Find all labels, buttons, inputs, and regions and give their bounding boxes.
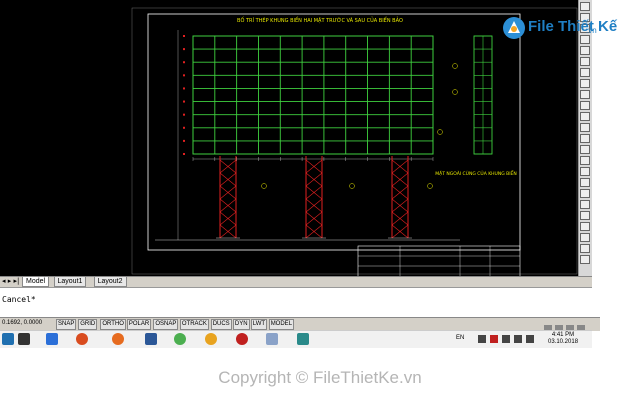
system-tray <box>478 335 534 343</box>
bar-app-icon[interactable] <box>46 333 58 345</box>
tray-icons <box>544 319 598 332</box>
toolbar-button[interactable] <box>580 46 590 55</box>
dim-marker <box>183 48 185 51</box>
autocad-icon[interactable] <box>297 333 309 345</box>
drawing-canvas: BỐ TRÍ THÉP KHUNG BIỂN HAI MẶT TRƯỚC VÀ … <box>131 7 578 276</box>
toolbar-button[interactable] <box>580 255 590 264</box>
logo-icon <box>503 17 525 39</box>
toolbar-button[interactable] <box>580 211 590 220</box>
logo-brand: File Thiết Kế <box>528 18 618 35</box>
dim-marker <box>183 100 185 103</box>
start-icon[interactable] <box>2 333 14 345</box>
chrome-icon[interactable] <box>205 333 217 345</box>
word-icon[interactable] <box>145 333 157 345</box>
toolbar-button[interactable] <box>580 233 590 242</box>
toolbar-button[interactable] <box>580 178 590 187</box>
language-indicator[interactable]: EN <box>456 335 464 341</box>
tab-model[interactable]: Model <box>22 277 50 287</box>
callout-marker <box>437 129 443 135</box>
status-osnap-button[interactable]: OSNAP <box>153 319 179 330</box>
status-model-button[interactable]: MODEL <box>268 319 295 330</box>
dim-marker <box>183 87 185 90</box>
support-columns <box>216 156 412 239</box>
cad-viewport[interactable]: BỐ TRÍ THÉP KHUNG BIỂN HAI MẶT TRƯỚC VÀ … <box>0 0 578 276</box>
clock-time: 4:41 PM <box>551 332 575 338</box>
search-icon[interactable] <box>18 333 30 345</box>
toolbar-button[interactable] <box>580 68 590 77</box>
dim-marker <box>183 126 185 129</box>
toolbar-button[interactable] <box>580 134 590 143</box>
watermark-logo: File Thiết Kế .vn <box>502 16 617 40</box>
tab-layout2[interactable]: Layout2 <box>93 277 127 287</box>
app-green-icon[interactable] <box>174 333 186 345</box>
toolbar-button[interactable] <box>580 57 590 66</box>
status-ducs-button[interactable]: DUCS <box>210 319 232 330</box>
logo-domain: .vn <box>586 26 597 35</box>
command-line-text: Cancel* <box>2 295 36 304</box>
dim-marker <box>183 35 185 37</box>
callout-marker <box>427 183 433 189</box>
windows-taskbar: EN 4:41 PM 03.10.2018 <box>0 330 592 348</box>
drawing-title: BỐ TRÍ THÉP KHUNG BIỂN HAI MẶT TRƯỚC VÀ … <box>237 16 403 24</box>
callout-marker <box>349 183 355 189</box>
red-app-icon[interactable] <box>236 333 248 345</box>
copyright-watermark: Copyright © FileThietKe.vn <box>218 368 422 387</box>
right-margin <box>592 0 640 330</box>
frame-outline <box>192 35 434 155</box>
toolbar-button[interactable] <box>580 189 590 198</box>
status-lwt-button[interactable]: LWT <box>250 319 268 330</box>
toolbar-button[interactable] <box>580 145 590 154</box>
firefox-icon[interactable] <box>112 333 124 345</box>
media-app-icon[interactable] <box>76 333 88 345</box>
toolbar-button[interactable] <box>580 167 590 176</box>
callout-marker <box>452 89 458 95</box>
status-dyn-button[interactable]: DYN <box>232 319 250 330</box>
cursor-coords: 0.1692, 0.0000 <box>2 320 43 326</box>
layout-tabs: ◂ ▸ ▸| Model Layout1 Layout2 <box>0 276 592 287</box>
toolbar-button[interactable] <box>580 156 590 165</box>
dim-marker <box>183 153 185 155</box>
status-otrack-button[interactable]: OTRACK <box>179 319 209 330</box>
draw-toolbar <box>578 0 593 276</box>
toolbar-button[interactable] <box>580 112 590 121</box>
dim-marker <box>183 74 185 77</box>
toolbar-button[interactable] <box>580 2 590 11</box>
toolbar-button[interactable] <box>580 90 590 99</box>
dim-marker <box>183 139 185 142</box>
status-snap-button[interactable]: SNAP <box>56 319 77 330</box>
command-window[interactable]: Cancel* <box>0 287 592 318</box>
side-view <box>473 35 493 155</box>
toolbar-button[interactable] <box>580 222 590 231</box>
status-ortho-button[interactable]: ORTHO <box>100 319 126 330</box>
toolbar-button[interactable] <box>580 200 590 209</box>
side-view-title: MẶT NGOÀI CÙNG CỦA KHUNG BIỂN <box>435 169 517 177</box>
toolbar-button[interactable] <box>580 79 590 88</box>
toolbar-button[interactable] <box>580 101 590 110</box>
callout-marker <box>452 63 458 69</box>
status-bar: 0.1692, 0.0000 SNAP GRID ORTHO POLAR OSNAP OT… <box>0 317 600 332</box>
title-block <box>357 245 521 276</box>
tab-layout1[interactable]: Layout1 <box>53 277 87 287</box>
toolbar-button[interactable] <box>580 123 590 132</box>
toolbar-button[interactable] <box>580 244 590 253</box>
clock-date: 03.10.2018 <box>548 339 579 345</box>
status-polar-button[interactable]: POLAR <box>126 319 152 330</box>
window-app-icon[interactable] <box>266 333 278 345</box>
tab-nav-arrows[interactable]: ◂ ▸ ▸| <box>2 277 19 286</box>
status-grid-button[interactable]: GRID <box>78 319 98 330</box>
dim-marker <box>183 113 185 116</box>
callout-marker <box>261 183 267 189</box>
clock[interactable]: 4:41 PM 03.10.2018 <box>548 332 578 346</box>
dim-marker <box>183 61 185 64</box>
